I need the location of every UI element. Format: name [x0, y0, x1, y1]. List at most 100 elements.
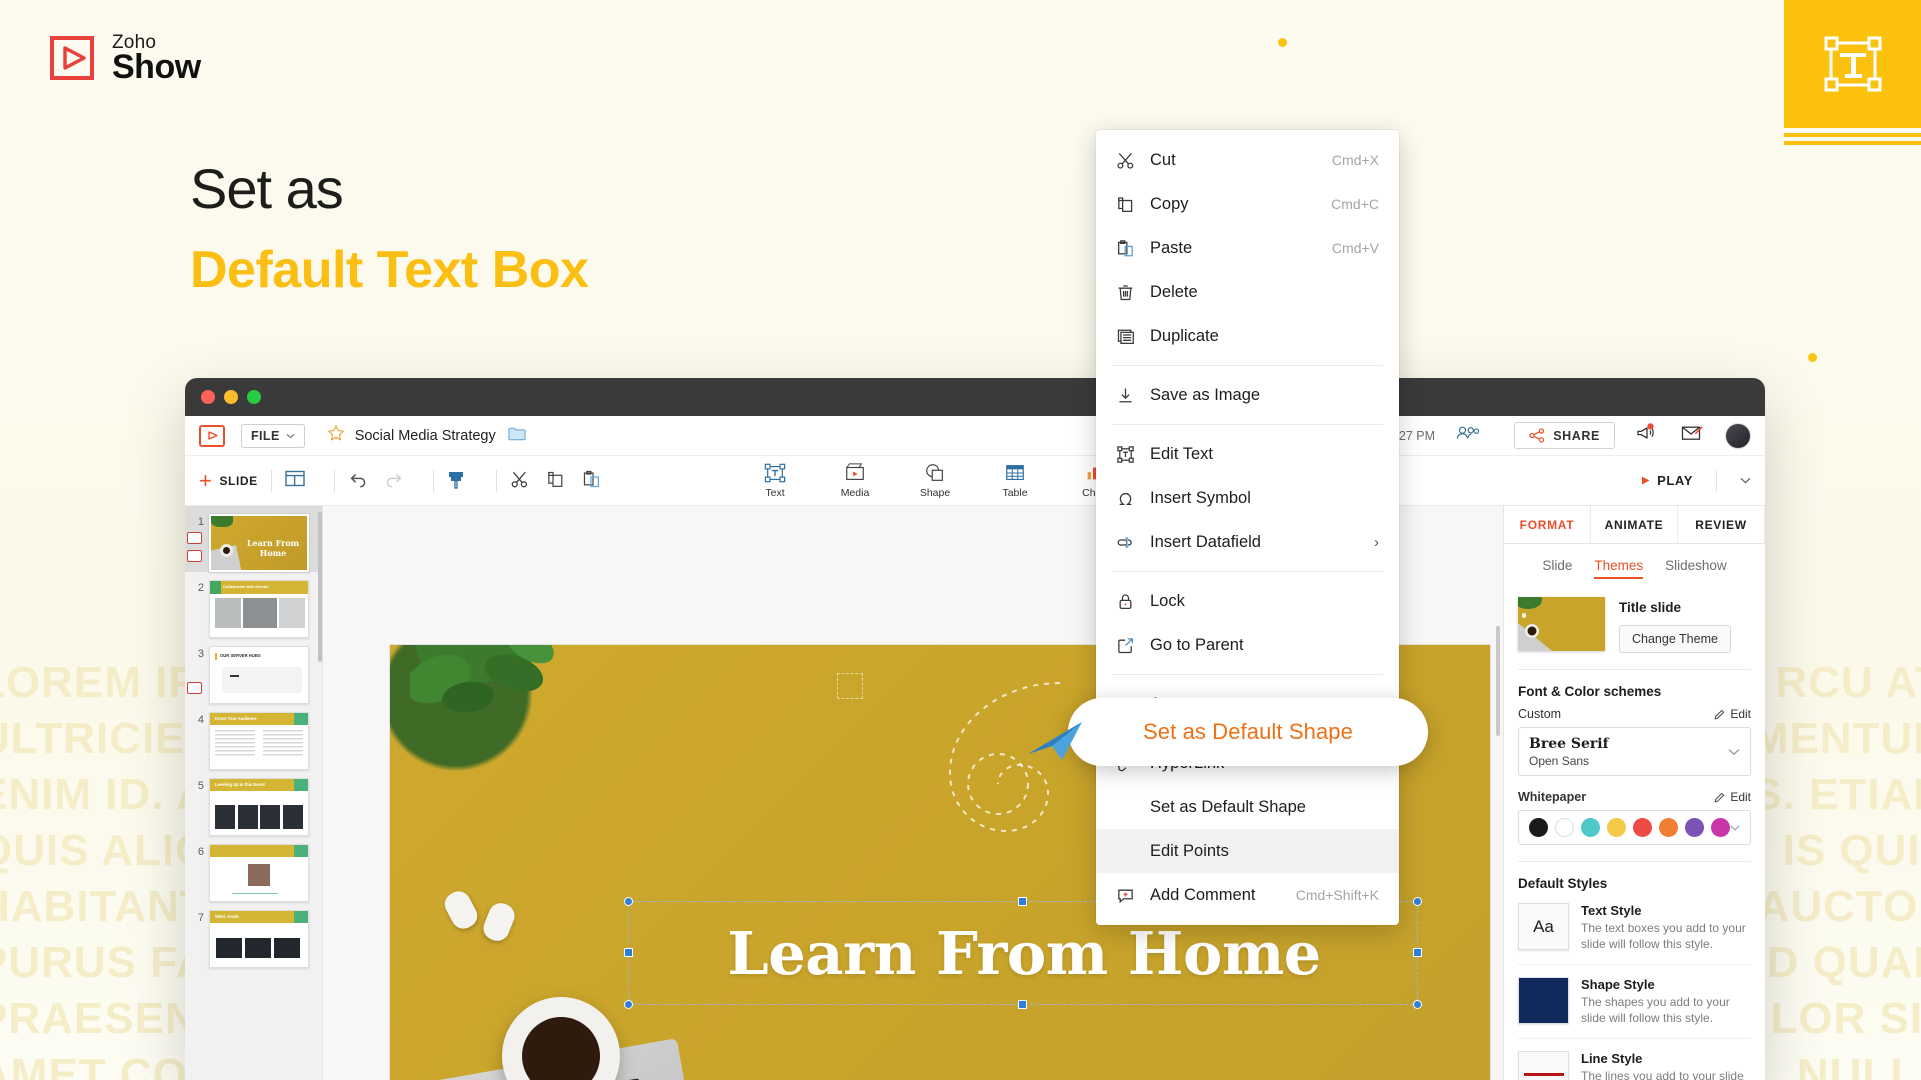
thumbnail-item-6[interactable]: 6: [185, 836, 322, 902]
document-title[interactable]: Social Media Strategy: [355, 428, 496, 444]
menu-item-duplicate[interactable]: Duplicate: [1096, 314, 1399, 358]
format-painter-icon[interactable]: [447, 470, 469, 492]
style-swatch[interactable]: [1518, 1051, 1569, 1080]
sidebar-subtab-slideshow[interactable]: Slideshow: [1665, 558, 1727, 579]
copy-icon[interactable]: [546, 470, 568, 492]
file-menu-button[interactable]: FILE: [241, 423, 305, 448]
context-menu[interactable]: Cut Cmd+X Copy Cmd+C Paste Cmd+V Delete Duplica…: [1096, 130, 1399, 925]
default-style-row[interactable]: Line Style The lines you add to your slid…: [1504, 1039, 1765, 1080]
selection-handle-mr[interactable]: [1413, 948, 1422, 957]
thumbnail-item-1[interactable]: 1 Learn From Home: [185, 506, 322, 573]
thumbnail-item-4[interactable]: 4 Know Your Audience: [185, 704, 322, 770]
sidebar-subtab-themes[interactable]: Themes: [1594, 558, 1644, 579]
insert-shape-button[interactable]: Shape: [912, 462, 958, 499]
announcement-icon[interactable]: [1635, 423, 1657, 448]
menu-item-shortcut: Cmd+X: [1331, 152, 1379, 168]
insert-text-button[interactable]: Text: [752, 462, 798, 499]
cursor-arrow-icon: [1026, 708, 1096, 773]
sidebar-tab-review[interactable]: REVIEW: [1678, 506, 1765, 543]
menu-item-go-to-parent[interactable]: Go to Parent: [1096, 623, 1399, 667]
menu-item-insert-symbol[interactable]: Insert Symbol: [1096, 476, 1399, 520]
thumbnail-preview[interactable]: Learn From Home: [208, 513, 310, 573]
style-swatch[interactable]: [1518, 977, 1569, 1024]
menu-item-edit-points[interactable]: Edit Points: [1096, 829, 1399, 873]
undo-icon[interactable]: [348, 470, 370, 492]
selection-handle-br[interactable]: [1413, 1000, 1422, 1009]
thumbnail-preview[interactable]: [209, 844, 309, 902]
insert-table-label: Table: [1002, 487, 1028, 499]
share-button[interactable]: SHARE: [1514, 422, 1615, 449]
lorem-line: RCU AT.: [1775, 658, 1921, 707]
color-swatch[interactable]: [1555, 818, 1574, 837]
play-button[interactable]: PLAY: [1640, 473, 1693, 488]
scissors-icon[interactable]: [510, 470, 532, 492]
style-swatch[interactable]: Aa: [1518, 903, 1569, 950]
menu-item-cut[interactable]: Cut Cmd+X: [1096, 138, 1399, 182]
font-scheme-select[interactable]: Bree Serif Open Sans: [1518, 727, 1751, 776]
font-scheme-edit-button[interactable]: Edit: [1714, 707, 1751, 721]
redo-icon[interactable]: [384, 470, 406, 492]
color-swatch[interactable]: [1685, 818, 1704, 837]
slide-layout-icon[interactable]: [285, 470, 307, 492]
sidebar-tab-format[interactable]: FORMAT: [1504, 506, 1591, 543]
insert-table-button[interactable]: Table: [992, 462, 1038, 499]
add-slide-button[interactable]: + SLIDE: [199, 469, 258, 492]
color-swatch[interactable]: [1711, 818, 1730, 837]
mail-edit-icon[interactable]: [1681, 424, 1703, 447]
selection-handle-tc[interactable]: [1018, 897, 1027, 906]
thumbnail-preview[interactable]: Collaborate with friends: [209, 580, 309, 638]
slide-thumbnail-panel[interactable]: 1 Learn From Home 2 Collaborate with friend…: [185, 506, 323, 1080]
menu-item-lock[interactable]: Lock: [1096, 579, 1399, 623]
thumbnail-preview[interactable]: OUR SERVER HUBS: [209, 646, 309, 704]
thumbnail-item-5[interactable]: 5 Leveling Up in this Event: [185, 770, 322, 836]
default-style-row[interactable]: Shape Style The shapes you add to your sl…: [1504, 965, 1765, 1026]
color-swatch[interactable]: [1529, 818, 1548, 837]
thumbnail-scrollbar[interactable]: [318, 512, 322, 662]
star-icon[interactable]: [327, 424, 345, 447]
thumbnail-item-3[interactable]: 3 OUR SERVER HUBS: [185, 638, 322, 704]
menu-item-edit-text[interactable]: Edit Text: [1096, 432, 1399, 476]
thumbnail-preview[interactable]: Leveling Up in this Event: [209, 778, 309, 836]
menu-item-copy[interactable]: Copy Cmd+C: [1096, 182, 1399, 226]
color-scheme-select[interactable]: [1518, 810, 1751, 845]
paste-icon[interactable]: [582, 470, 604, 492]
selection-handle-bl[interactable]: [624, 1000, 633, 1009]
folder-icon[interactable]: [508, 426, 526, 446]
sidebar-tab-animate[interactable]: ANIMATE: [1591, 506, 1678, 543]
menu-item-save-as-image[interactable]: Save as Image: [1096, 373, 1399, 417]
theme-thumbnail[interactable]: [1518, 597, 1605, 651]
menu-item-delete[interactable]: Delete: [1096, 270, 1399, 314]
selection-handle-bc[interactable]: [1018, 1000, 1027, 1009]
color-swatch[interactable]: [1607, 818, 1626, 837]
thumbnail-preview[interactable]: Know Your Audience: [209, 712, 309, 770]
avatar[interactable]: [1725, 422, 1751, 449]
insert-media-button[interactable]: Media: [832, 462, 878, 499]
menu-item-set-as-default-shape[interactable]: Set as Default Shape: [1096, 785, 1399, 829]
chevron-down-icon[interactable]: [1740, 477, 1751, 484]
change-theme-button[interactable]: Change Theme: [1619, 625, 1731, 653]
color-scheme-edit-button[interactable]: Edit: [1714, 790, 1751, 804]
sidebar-subtab-slide[interactable]: Slide: [1542, 558, 1572, 579]
zoho-show-icon[interactable]: [199, 424, 225, 447]
color-swatch[interactable]: [1633, 818, 1652, 837]
window-minimize-dot[interactable]: [224, 390, 238, 404]
logo-show: Show: [112, 47, 201, 86]
thumbnail-preview[interactable]: Webi. Goals: [209, 910, 309, 968]
thumbnail-item-7[interactable]: 7 Webi. Goals: [185, 902, 322, 968]
menu-item-paste[interactable]: Paste Cmd+V: [1096, 226, 1399, 270]
menu-item-add-comment[interactable]: Add Comment Cmd+Shift+K: [1096, 873, 1399, 917]
collaborators-icon[interactable]: [1456, 424, 1480, 447]
app-body: 1 Learn From Home 2 Collaborate with friend…: [185, 506, 1765, 1080]
window-close-dot[interactable]: [201, 390, 215, 404]
selection-handle-tr[interactable]: [1413, 897, 1422, 906]
color-swatch[interactable]: [1581, 818, 1600, 837]
selection-handle-ml[interactable]: [624, 948, 633, 957]
menu-item-label: Go to Parent: [1150, 635, 1244, 654]
window-maximize-dot[interactable]: [247, 390, 261, 404]
selection-handle-tl[interactable]: [624, 897, 633, 906]
color-swatch[interactable]: [1659, 818, 1678, 837]
canvas-scrollbar[interactable]: [1496, 626, 1500, 736]
default-style-row[interactable]: Aa Text Style The text boxes you add to yo…: [1504, 891, 1765, 952]
menu-item-insert-datafield[interactable]: Insert Datafield ›: [1096, 520, 1399, 564]
thumbnail-item-2[interactable]: 2 Collaborate with friends: [185, 572, 322, 638]
